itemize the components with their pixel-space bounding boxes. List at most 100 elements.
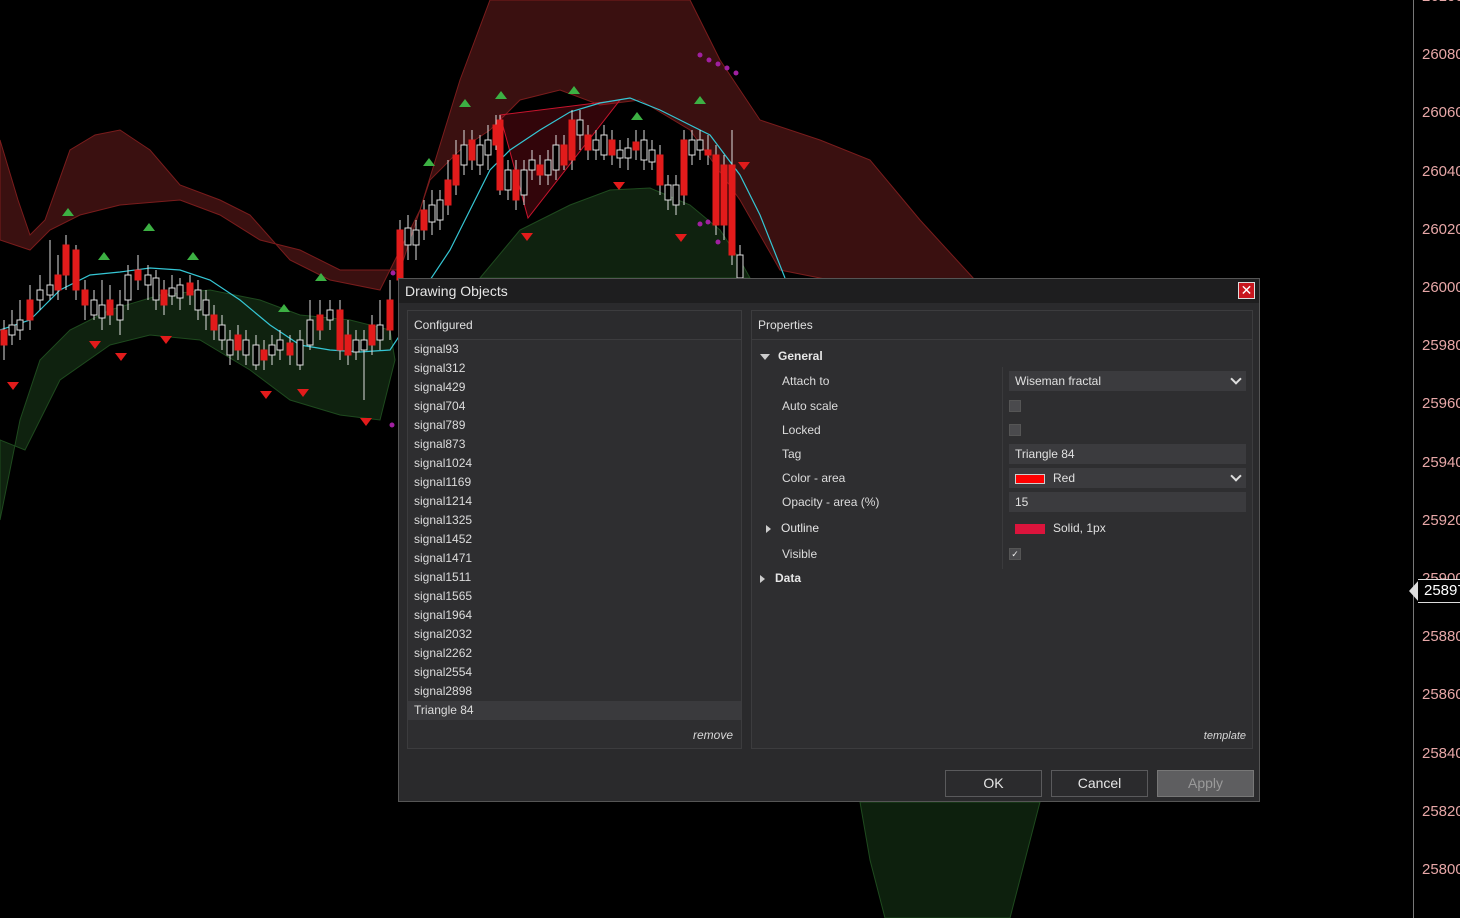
candle-body bbox=[420, 209, 428, 231]
list-item[interactable]: signal1325 bbox=[408, 511, 741, 530]
candle-body bbox=[444, 179, 452, 206]
list-item[interactable]: signal1169 bbox=[408, 473, 741, 492]
lower-band-3 bbox=[859, 801, 1041, 918]
candle-body bbox=[106, 299, 114, 316]
candle-body bbox=[202, 299, 210, 316]
dialog-titlebar[interactable]: Drawing Objects ✕ bbox=[399, 279, 1259, 303]
bull-signal-icon bbox=[423, 158, 435, 166]
list-item[interactable]: Triangle 84 bbox=[408, 701, 741, 720]
candle-body bbox=[560, 144, 568, 166]
price-axis-label: 25920 bbox=[1422, 511, 1460, 529]
configured-list: signal93 signal312 signal429 signal704 signa… bbox=[408, 340, 741, 720]
ok-button[interactable]: OK bbox=[945, 770, 1042, 797]
list-item[interactable]: signal93 bbox=[408, 340, 741, 359]
candle-body bbox=[26, 299, 34, 321]
expanded-arrow-icon bbox=[760, 353, 770, 360]
candle-body bbox=[90, 299, 98, 316]
locked-checkbox[interactable] bbox=[1009, 424, 1021, 436]
candle-body bbox=[504, 169, 512, 191]
candle-body bbox=[616, 149, 624, 159]
candle-body bbox=[600, 134, 608, 156]
list-item[interactable]: signal1565 bbox=[408, 587, 741, 606]
list-item[interactable]: signal789 bbox=[408, 416, 741, 435]
list-item[interactable]: signal2554 bbox=[408, 663, 741, 682]
candle-body bbox=[46, 284, 54, 296]
list-item[interactable]: signal2032 bbox=[408, 625, 741, 644]
list-item[interactable]: signal873 bbox=[408, 435, 741, 454]
configured-header: Configured bbox=[408, 311, 741, 340]
general-section-toggle[interactable]: General bbox=[760, 349, 823, 363]
list-item[interactable]: signal2898 bbox=[408, 682, 741, 701]
attach-to-label: Attach to bbox=[782, 374, 830, 388]
price-axis-label: 26080 bbox=[1422, 46, 1460, 64]
candle-body bbox=[484, 139, 492, 156]
candle-body bbox=[720, 164, 728, 226]
apply-button[interactable]: Apply bbox=[1157, 770, 1254, 797]
price-axis-label: 25980 bbox=[1422, 337, 1460, 355]
outline-toggle[interactable]: Outline bbox=[766, 521, 819, 535]
candle-body bbox=[210, 314, 218, 331]
list-item[interactable]: signal312 bbox=[408, 359, 741, 378]
cancel-button[interactable]: Cancel bbox=[1051, 770, 1148, 797]
color-area-label: Color - area bbox=[782, 471, 846, 485]
color-area-select[interactable]: Red bbox=[1009, 468, 1246, 488]
color-area-value: Red bbox=[1053, 471, 1076, 485]
visible-label: Visible bbox=[782, 547, 818, 561]
candle-body bbox=[736, 254, 744, 279]
price-axis-line bbox=[1413, 0, 1414, 918]
price-axis-label: 25960 bbox=[1422, 395, 1460, 413]
candle-body bbox=[194, 289, 202, 311]
opacity-input[interactable]: 15 bbox=[1009, 492, 1246, 512]
candle-body bbox=[186, 282, 194, 296]
price-axis-label: 25820 bbox=[1422, 802, 1460, 820]
property-divider[interactable] bbox=[1002, 367, 1003, 569]
candle-body bbox=[624, 147, 632, 159]
candle-body bbox=[36, 289, 44, 301]
candle-body bbox=[436, 199, 444, 221]
opacity-label: Opacity - area (%) bbox=[782, 495, 880, 509]
list-item[interactable]: signal704 bbox=[408, 397, 741, 416]
close-icon[interactable]: ✕ bbox=[1238, 282, 1255, 299]
list-item[interactable]: signal1214 bbox=[408, 492, 741, 511]
auto-scale-checkbox[interactable] bbox=[1009, 400, 1021, 412]
list-item[interactable]: signal1452 bbox=[408, 530, 741, 549]
bear-signal-icon bbox=[613, 182, 625, 190]
bear-signal-icon bbox=[260, 391, 272, 399]
list-item[interactable]: signal1511 bbox=[408, 568, 741, 587]
price-axis-label: 25860 bbox=[1422, 686, 1460, 704]
outline-value[interactable]: Solid, 1px bbox=[1015, 521, 1106, 535]
candle-body bbox=[116, 304, 124, 321]
list-item[interactable]: signal2262 bbox=[408, 644, 741, 663]
candle-body bbox=[648, 149, 656, 163]
data-label: Data bbox=[775, 571, 802, 585]
tag-input[interactable]: Triangle 84 bbox=[1009, 444, 1246, 464]
list-item[interactable]: signal429 bbox=[408, 378, 741, 397]
candle-body bbox=[632, 141, 640, 151]
candle-body bbox=[286, 342, 294, 356]
list-item[interactable]: signal1024 bbox=[408, 454, 741, 473]
candle-body bbox=[16, 319, 24, 331]
bear-signal-icon bbox=[115, 353, 127, 361]
price-axis-label: 26100 bbox=[1422, 0, 1460, 5]
template-link[interactable]: template bbox=[1204, 730, 1246, 742]
candle-body bbox=[592, 139, 600, 151]
candle-body bbox=[160, 289, 168, 306]
data-section-toggle[interactable]: Data bbox=[760, 571, 801, 585]
candle-body bbox=[124, 274, 132, 301]
bear-signal-icon bbox=[160, 336, 172, 344]
candle-body bbox=[316, 314, 324, 331]
candle-body bbox=[54, 274, 62, 291]
attach-to-select[interactable]: Wiseman fractal bbox=[1009, 371, 1246, 391]
list-item[interactable]: signal1964 bbox=[408, 606, 741, 625]
candle-body bbox=[476, 144, 484, 166]
remove-link[interactable]: remove bbox=[693, 728, 733, 742]
candle-body bbox=[72, 249, 80, 291]
candle-body bbox=[412, 229, 420, 246]
candle-body bbox=[352, 339, 360, 353]
properties-panel: Properties General Attach to Wiseman fra… bbox=[751, 310, 1253, 749]
list-item[interactable]: signal1471 bbox=[408, 549, 741, 568]
candle-body bbox=[234, 334, 242, 351]
candle-body bbox=[576, 119, 584, 136]
visible-checkbox[interactable]: ✓ bbox=[1009, 548, 1021, 560]
price-axis-label: 26000 bbox=[1422, 279, 1460, 296]
